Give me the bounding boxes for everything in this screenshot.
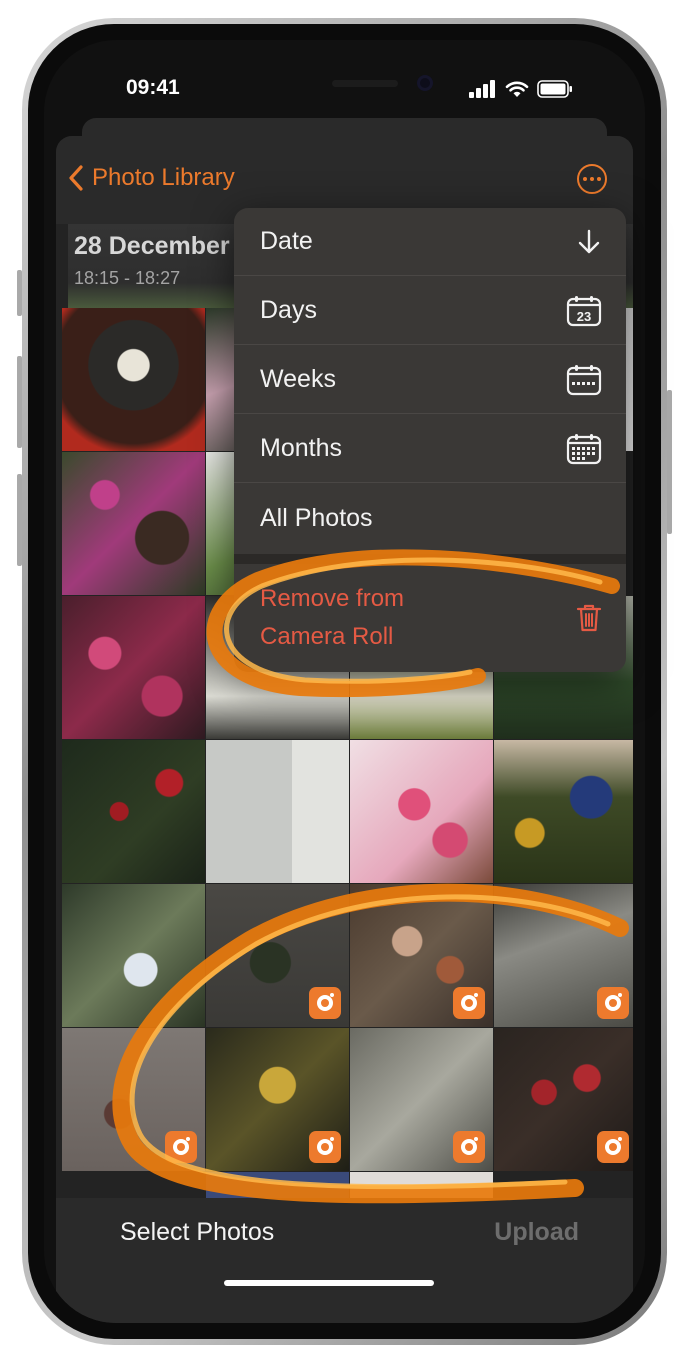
power-button	[667, 390, 672, 534]
photo-thumbnail[interactable]	[62, 596, 205, 739]
photo-thumbnail[interactable]	[62, 884, 205, 1027]
calendar-day-icon: 23	[566, 295, 602, 326]
photo-thumbnail[interactable]	[62, 1028, 205, 1171]
camera-roll-badge	[453, 987, 485, 1019]
remove-label: Remove from Camera Roll	[260, 580, 404, 656]
camera-roll-badge	[165, 1131, 197, 1163]
more-dot	[590, 177, 594, 181]
photo-thumbnail[interactable]	[62, 740, 205, 883]
menu-item-date[interactable]: Date	[234, 208, 626, 276]
select-photos-button[interactable]: Select Photos	[120, 1218, 274, 1247]
photo-thumbnail[interactable]	[62, 308, 205, 451]
photo-thumbnail[interactable]	[350, 884, 493, 1027]
menu-item-weeks[interactable]: Weeks	[234, 346, 626, 414]
menu-item-label: Months	[260, 434, 342, 462]
trash-icon	[576, 604, 602, 632]
photo-thumbnail[interactable]	[206, 1028, 349, 1171]
more-options-button[interactable]	[577, 164, 607, 194]
menu-item-label: Days	[260, 296, 317, 324]
calendar-week-icon	[566, 364, 602, 395]
cellular-signal-icon	[469, 80, 495, 98]
menu-item-months[interactable]: Months	[234, 415, 626, 483]
camera-roll-badge	[597, 1131, 629, 1163]
remove-from-camera-roll-button[interactable]: Remove from Camera Roll	[234, 564, 626, 672]
section-time-range: 18:15 - 18:27	[74, 268, 181, 288]
menu-item-days[interactable]: Days 23	[234, 277, 626, 345]
menu-item-all-photos[interactable]: All Photos	[234, 484, 626, 552]
menu-item-label: Date	[260, 227, 313, 255]
photo-thumbnail[interactable]	[494, 1028, 633, 1171]
status-icons	[469, 80, 573, 98]
menu-separator	[234, 554, 626, 564]
camera-roll-badge	[309, 987, 341, 1019]
remove-label-line1: Remove from	[260, 585, 405, 612]
upload-button[interactable]: Upload	[494, 1218, 579, 1247]
photo-thumbnail[interactable]	[206, 884, 349, 1027]
photo-thumbnail[interactable]	[206, 740, 349, 883]
bottom-toolbar: Select Photos Upload	[56, 1198, 633, 1323]
section-date: 28 December	[74, 232, 230, 260]
camera-roll-badge	[309, 1131, 341, 1163]
photo-thumbnail[interactable]	[494, 884, 633, 1027]
wifi-icon	[505, 81, 529, 97]
menu-item-label: Weeks	[260, 365, 336, 393]
photo-thumbnail[interactable]	[62, 452, 205, 595]
photo-thumbnail[interactable]	[350, 1028, 493, 1171]
home-indicator[interactable]	[224, 1280, 434, 1286]
remove-label-line2: Camera Roll	[260, 623, 394, 650]
camera-roll-badge	[453, 1131, 485, 1163]
calendar-day-number: 23	[577, 309, 591, 324]
back-button[interactable]: Photo Library	[68, 164, 235, 192]
menu-item-label: All Photos	[260, 503, 373, 532]
status-time: 09:41	[126, 76, 180, 99]
photo-thumbnail[interactable]	[494, 740, 633, 883]
front-camera	[417, 75, 433, 91]
more-dot	[583, 177, 587, 181]
more-dot	[597, 177, 601, 181]
chevron-left-icon	[69, 165, 83, 191]
sort-options-menu: Date Days 23 Weeks Months All Photos Rem…	[234, 208, 626, 672]
earpiece-speaker	[332, 80, 398, 87]
back-button-label: Photo Library	[92, 164, 235, 191]
battery-icon	[537, 80, 572, 98]
calendar-month-icon	[566, 433, 602, 464]
arrow-down-icon	[578, 229, 600, 253]
photo-thumbnail[interactable]	[350, 740, 493, 883]
camera-roll-badge	[597, 987, 629, 1019]
